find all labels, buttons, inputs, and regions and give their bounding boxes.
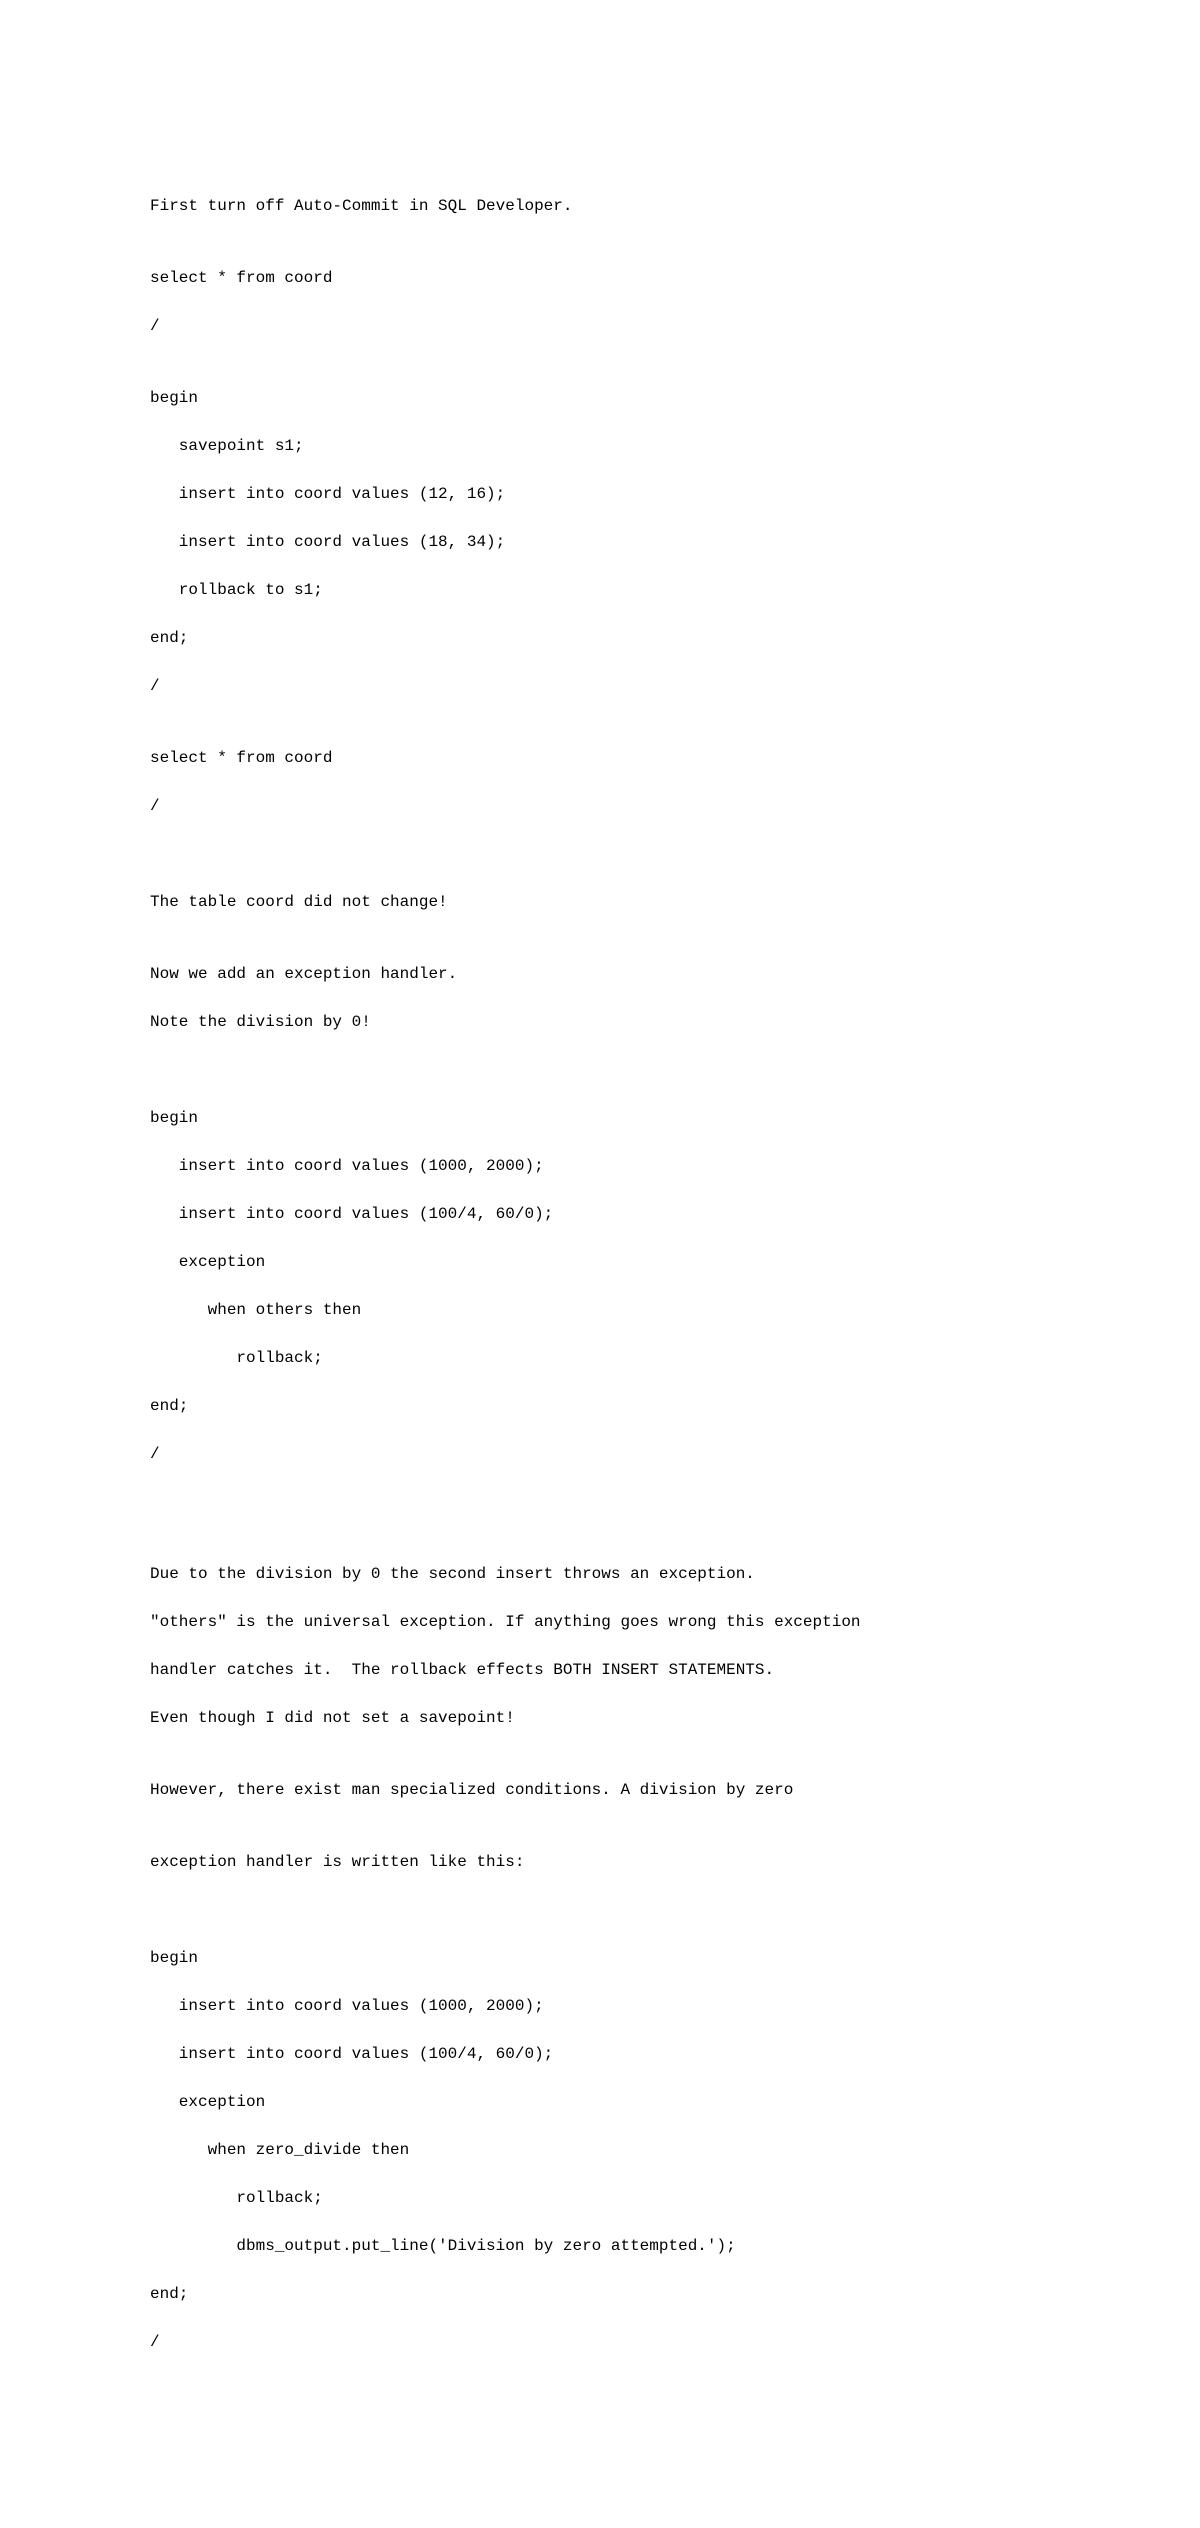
text-line: The table coord did not change! [150, 890, 1050, 914]
code-line: rollback to s1; [150, 578, 1050, 602]
code-line: select * from coord [150, 746, 1050, 770]
code-line: insert into coord values (100/4, 60/0); [150, 1202, 1050, 1226]
code-line: begin [150, 1106, 1050, 1130]
code-line: insert into coord values (12, 16); [150, 482, 1050, 506]
code-line: / [150, 314, 1050, 338]
code-line: / [150, 2330, 1050, 2354]
code-line: dbms_output.put_line('Division by zero a… [150, 2234, 1050, 2258]
text-line: Now we add an exception handler. [150, 962, 1050, 986]
code-line: end; [150, 2282, 1050, 2306]
code-line: begin [150, 1946, 1050, 1970]
document-page: First turn off Auto-Commit in SQL Develo… [0, 0, 1200, 2528]
code-line: exception [150, 2090, 1050, 2114]
text-line: handler catches it. The rollback effects… [150, 1658, 1050, 1682]
code-line: rollback; [150, 2186, 1050, 2210]
text-line: Due to the division by 0 the second inse… [150, 1562, 1050, 1586]
text-line: Even though I did not set a savepoint! [150, 1706, 1050, 1730]
code-line: select * from coord [150, 266, 1050, 290]
code-line: when others then [150, 1298, 1050, 1322]
code-line: end; [150, 1394, 1050, 1418]
text-line: exception handler is written like this: [150, 1850, 1050, 1874]
code-line: end; [150, 626, 1050, 650]
code-line: / [150, 674, 1050, 698]
code-line: insert into coord values (1000, 2000); [150, 1994, 1050, 2018]
code-line: insert into coord values (18, 34); [150, 530, 1050, 554]
code-line: rollback; [150, 1346, 1050, 1370]
text-line: Note the division by 0! [150, 1010, 1050, 1034]
code-line: savepoint s1; [150, 434, 1050, 458]
code-line: exception [150, 1250, 1050, 1274]
code-line: when zero_divide then [150, 2138, 1050, 2162]
code-line: / [150, 794, 1050, 818]
code-line: begin [150, 386, 1050, 410]
text-line: However, there exist man specialized con… [150, 1778, 1050, 1802]
text-line: "others" is the universal exception. If … [150, 1610, 1050, 1634]
text-line: First turn off Auto-Commit in SQL Develo… [150, 194, 1050, 218]
code-line: insert into coord values (100/4, 60/0); [150, 2042, 1050, 2066]
code-line: / [150, 1442, 1050, 1466]
code-line: insert into coord values (1000, 2000); [150, 1154, 1050, 1178]
